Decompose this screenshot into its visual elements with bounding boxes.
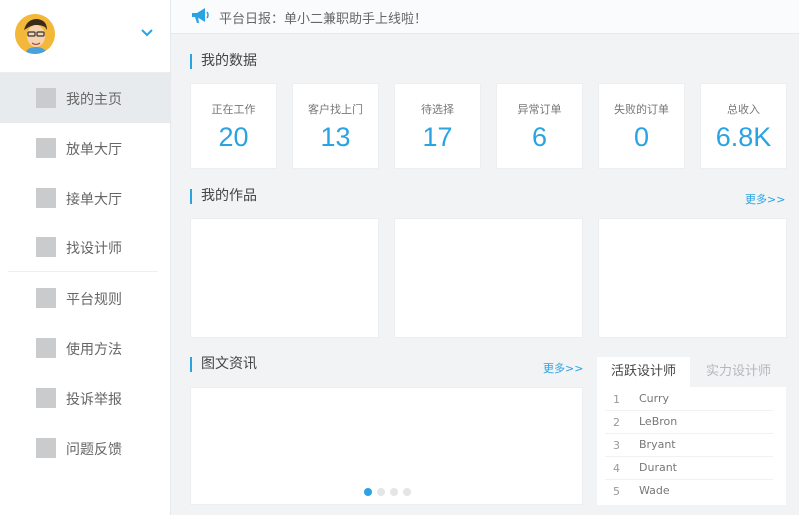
rank-number: 4 bbox=[613, 462, 620, 475]
sidebar-item-take-order-hall[interactable]: 接单大厅 bbox=[0, 173, 170, 223]
list-item[interactable]: 5 Wade bbox=[605, 480, 773, 503]
designer-name[interactable]: Durant bbox=[639, 461, 677, 474]
stat-label: 客户找上门 bbox=[308, 103, 363, 116]
designer-name[interactable]: Wade bbox=[639, 484, 670, 497]
sidebar-item-feedback[interactable]: 问题反馈 bbox=[0, 423, 170, 473]
news-more-link[interactable]: 更多>> bbox=[543, 360, 583, 376]
stat-card-pending-selection[interactable]: 待选择 17 bbox=[394, 83, 481, 169]
stat-value: 20 bbox=[218, 122, 249, 152]
designer-tabs: 活跃设计师 实力设计师 bbox=[597, 357, 786, 387]
take-order-icon bbox=[36, 188, 56, 208]
rank-number: 1 bbox=[613, 393, 620, 406]
stat-card-failed-orders[interactable]: 失败的订单 0 bbox=[598, 83, 685, 169]
rank-number: 5 bbox=[613, 485, 620, 498]
stat-label: 失败的订单 bbox=[614, 103, 669, 116]
rank-number: 3 bbox=[613, 439, 620, 452]
section-title-my-data: 我的数据 bbox=[190, 54, 257, 69]
work-card[interactable] bbox=[598, 218, 787, 338]
works-more-link[interactable]: 更多>> bbox=[745, 191, 785, 207]
designer-name[interactable]: LeBron bbox=[639, 415, 677, 428]
home-icon bbox=[36, 88, 56, 108]
sidebar-item-label: 找设计师 bbox=[66, 241, 122, 257]
sidebar-item-complaints[interactable]: 投诉举报 bbox=[0, 373, 170, 423]
list-item[interactable]: 1 Curry bbox=[605, 388, 773, 411]
stat-card-abnormal-orders[interactable]: 异常订单 6 bbox=[496, 83, 583, 169]
stat-card-clients-come[interactable]: 客户找上门 13 bbox=[292, 83, 379, 169]
sidebar-item-label: 接单大厅 bbox=[66, 192, 122, 208]
work-card[interactable] bbox=[190, 218, 379, 338]
designer-list: 1 Curry 2 LeBron 3 Bryant 4 Durant 5 Wad… bbox=[597, 387, 786, 505]
list-item[interactable]: 2 LeBron bbox=[605, 411, 773, 434]
designer-name[interactable]: Curry bbox=[639, 392, 669, 405]
section-title-my-works: 我的作品 bbox=[190, 189, 257, 204]
sidebar-divider bbox=[8, 271, 158, 272]
complaint-icon bbox=[36, 388, 56, 408]
carousel-dot-active[interactable] bbox=[364, 488, 372, 496]
work-card[interactable] bbox=[394, 218, 583, 338]
tab-strong-designers[interactable]: 实力设计师 bbox=[691, 357, 786, 387]
carousel-dot[interactable] bbox=[377, 488, 385, 496]
carousel-dot[interactable] bbox=[390, 488, 398, 496]
megaphone-icon bbox=[192, 8, 209, 23]
stat-label: 异常订单 bbox=[517, 103, 562, 116]
stat-label: 正在工作 bbox=[211, 103, 256, 116]
sidebar-item-usage-guide[interactable]: 使用方法 bbox=[0, 323, 170, 373]
stat-value: 13 bbox=[320, 122, 351, 152]
post-order-icon bbox=[36, 138, 56, 158]
sidebar: 我的主页 放单大厅 接单大厅 找设计师 平台规则 使用方法 投诉举报 问题反馈 bbox=[0, 0, 171, 515]
stat-label: 总收入 bbox=[727, 103, 760, 116]
sidebar-item-label: 投诉举报 bbox=[66, 392, 122, 408]
profile-header bbox=[0, 0, 170, 73]
carousel-dot[interactable] bbox=[403, 488, 411, 496]
avatar-illustration bbox=[15, 14, 55, 54]
stat-value: 17 bbox=[422, 122, 453, 152]
stat-value: 6 bbox=[531, 122, 548, 152]
notice-text[interactable]: 平台日报：单小二兼职助手上线啦！ bbox=[219, 8, 427, 27]
rank-number: 2 bbox=[613, 416, 620, 429]
avatar[interactable] bbox=[15, 14, 55, 54]
chevron-down-icon[interactable] bbox=[140, 28, 154, 38]
notice-bar: 平台日报：单小二兼职助手上线啦！ bbox=[171, 0, 799, 34]
sidebar-item-post-order-hall[interactable]: 放单大厅 bbox=[0, 123, 170, 173]
sidebar-item-label: 我的主页 bbox=[66, 92, 122, 108]
stat-card-total-income[interactable]: 总收入 6.8K bbox=[700, 83, 787, 169]
guide-icon bbox=[36, 338, 56, 358]
sidebar-item-platform-rules[interactable]: 平台规则 bbox=[0, 273, 170, 323]
sidebar-item-label: 放单大厅 bbox=[66, 142, 122, 158]
feedback-icon bbox=[36, 438, 56, 458]
section-title-news: 图文资讯 bbox=[190, 357, 257, 372]
sidebar-item-label: 平台规则 bbox=[66, 292, 122, 308]
list-item[interactable]: 3 Bryant bbox=[605, 434, 773, 457]
sidebar-item-find-designer[interactable]: 找设计师 bbox=[0, 222, 170, 272]
news-carousel[interactable] bbox=[190, 387, 583, 505]
designer-name[interactable]: Bryant bbox=[639, 438, 676, 451]
sidebar-item-label: 使用方法 bbox=[66, 342, 122, 358]
stat-card-working[interactable]: 正在工作 20 bbox=[190, 83, 277, 169]
stat-value: 6.8K bbox=[715, 122, 772, 152]
tab-active-designers[interactable]: 活跃设计师 bbox=[597, 357, 690, 387]
find-designer-icon bbox=[36, 237, 56, 257]
sidebar-item-home[interactable]: 我的主页 bbox=[0, 73, 170, 123]
list-item[interactable]: 4 Durant bbox=[605, 457, 773, 480]
stat-value: 0 bbox=[633, 122, 650, 152]
sidebar-item-label: 问题反馈 bbox=[66, 442, 122, 458]
stat-label: 待选择 bbox=[421, 103, 454, 116]
rules-icon bbox=[36, 288, 56, 308]
